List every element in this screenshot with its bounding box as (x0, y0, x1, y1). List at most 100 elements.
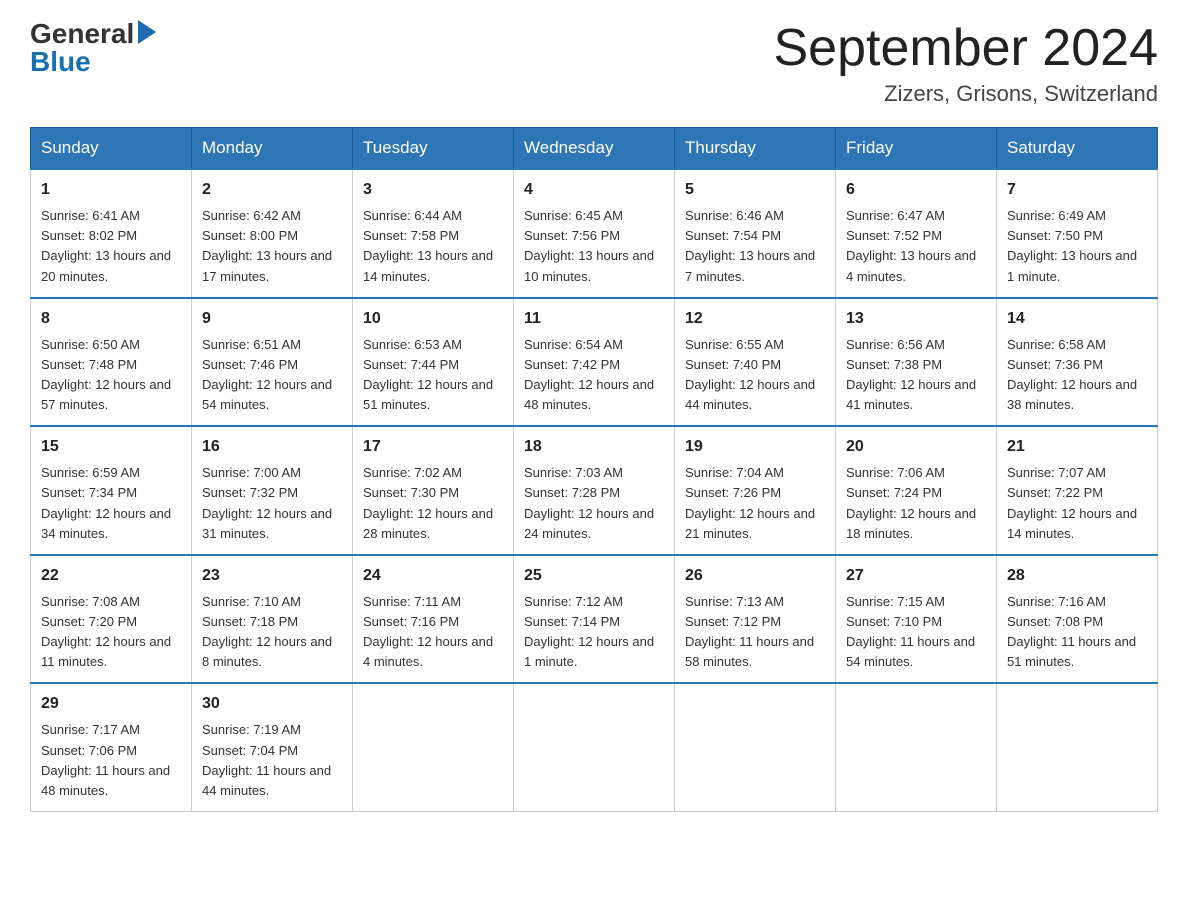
page-header: General Blue September 2024 Zizers, Gris… (30, 20, 1158, 107)
day-info: Sunrise: 7:19 AMSunset: 7:04 PMDaylight:… (202, 722, 331, 797)
calendar-day-cell (836, 683, 997, 811)
day-info: Sunrise: 7:07 AMSunset: 7:22 PMDaylight:… (1007, 465, 1137, 540)
day-number: 7 (1007, 178, 1147, 202)
calendar-day-cell: 11 Sunrise: 6:54 AMSunset: 7:42 PMDaylig… (514, 298, 675, 427)
day-number: 13 (846, 307, 986, 331)
day-info: Sunrise: 6:55 AMSunset: 7:40 PMDaylight:… (685, 337, 815, 412)
calendar-day-cell: 10 Sunrise: 6:53 AMSunset: 7:44 PMDaylig… (353, 298, 514, 427)
day-number: 27 (846, 564, 986, 588)
day-number: 2 (202, 178, 342, 202)
day-info: Sunrise: 7:08 AMSunset: 7:20 PMDaylight:… (41, 594, 171, 669)
day-number: 30 (202, 692, 342, 716)
day-number: 4 (524, 178, 664, 202)
calendar-day-cell: 30 Sunrise: 7:19 AMSunset: 7:04 PMDaylig… (192, 683, 353, 811)
month-title: September 2024 (774, 20, 1159, 77)
calendar-day-cell: 22 Sunrise: 7:08 AMSunset: 7:20 PMDaylig… (31, 555, 192, 684)
day-info: Sunrise: 7:00 AMSunset: 7:32 PMDaylight:… (202, 465, 332, 540)
calendar-day-cell: 2 Sunrise: 6:42 AMSunset: 8:00 PMDayligh… (192, 169, 353, 298)
logo: General Blue (30, 20, 156, 76)
col-header-saturday: Saturday (997, 128, 1158, 170)
col-header-wednesday: Wednesday (514, 128, 675, 170)
col-header-sunday: Sunday (31, 128, 192, 170)
calendar-day-cell: 23 Sunrise: 7:10 AMSunset: 7:18 PMDaylig… (192, 555, 353, 684)
calendar-day-cell: 15 Sunrise: 6:59 AMSunset: 7:34 PMDaylig… (31, 426, 192, 555)
calendar-day-cell: 8 Sunrise: 6:50 AMSunset: 7:48 PMDayligh… (31, 298, 192, 427)
calendar-day-cell: 28 Sunrise: 7:16 AMSunset: 7:08 PMDaylig… (997, 555, 1158, 684)
day-number: 24 (363, 564, 503, 588)
calendar-week-row: 29 Sunrise: 7:17 AMSunset: 7:06 PMDaylig… (31, 683, 1158, 811)
day-info: Sunrise: 6:54 AMSunset: 7:42 PMDaylight:… (524, 337, 654, 412)
calendar-header-row: Sunday Monday Tuesday Wednesday Thursday… (31, 128, 1158, 170)
day-number: 9 (202, 307, 342, 331)
title-block: September 2024 Zizers, Grisons, Switzerl… (774, 20, 1159, 107)
day-number: 28 (1007, 564, 1147, 588)
day-number: 6 (846, 178, 986, 202)
day-info: Sunrise: 7:06 AMSunset: 7:24 PMDaylight:… (846, 465, 976, 540)
calendar-day-cell: 20 Sunrise: 7:06 AMSunset: 7:24 PMDaylig… (836, 426, 997, 555)
calendar-week-row: 22 Sunrise: 7:08 AMSunset: 7:20 PMDaylig… (31, 555, 1158, 684)
day-info: Sunrise: 6:47 AMSunset: 7:52 PMDaylight:… (846, 208, 976, 283)
day-number: 10 (363, 307, 503, 331)
day-info: Sunrise: 7:10 AMSunset: 7:18 PMDaylight:… (202, 594, 332, 669)
location-subtitle: Zizers, Grisons, Switzerland (774, 81, 1159, 107)
day-number: 8 (41, 307, 181, 331)
calendar-day-cell: 21 Sunrise: 7:07 AMSunset: 7:22 PMDaylig… (997, 426, 1158, 555)
day-info: Sunrise: 7:11 AMSunset: 7:16 PMDaylight:… (363, 594, 493, 669)
day-info: Sunrise: 7:17 AMSunset: 7:06 PMDaylight:… (41, 722, 170, 797)
day-info: Sunrise: 6:53 AMSunset: 7:44 PMDaylight:… (363, 337, 493, 412)
day-number: 16 (202, 435, 342, 459)
calendar-day-cell: 3 Sunrise: 6:44 AMSunset: 7:58 PMDayligh… (353, 169, 514, 298)
calendar-day-cell: 18 Sunrise: 7:03 AMSunset: 7:28 PMDaylig… (514, 426, 675, 555)
day-info: Sunrise: 6:58 AMSunset: 7:36 PMDaylight:… (1007, 337, 1137, 412)
day-number: 29 (41, 692, 181, 716)
day-number: 20 (846, 435, 986, 459)
day-info: Sunrise: 6:49 AMSunset: 7:50 PMDaylight:… (1007, 208, 1137, 283)
day-info: Sunrise: 6:59 AMSunset: 7:34 PMDaylight:… (41, 465, 171, 540)
calendar-day-cell (675, 683, 836, 811)
col-header-monday: Monday (192, 128, 353, 170)
day-info: Sunrise: 6:44 AMSunset: 7:58 PMDaylight:… (363, 208, 493, 283)
day-number: 26 (685, 564, 825, 588)
col-header-tuesday: Tuesday (353, 128, 514, 170)
logo-general-text: General (30, 20, 134, 48)
day-info: Sunrise: 7:12 AMSunset: 7:14 PMDaylight:… (524, 594, 654, 669)
calendar-day-cell (353, 683, 514, 811)
day-number: 3 (363, 178, 503, 202)
day-info: Sunrise: 6:42 AMSunset: 8:00 PMDaylight:… (202, 208, 332, 283)
logo-arrow-icon (138, 20, 156, 44)
day-number: 18 (524, 435, 664, 459)
calendar-day-cell: 24 Sunrise: 7:11 AMSunset: 7:16 PMDaylig… (353, 555, 514, 684)
day-number: 1 (41, 178, 181, 202)
calendar-day-cell: 26 Sunrise: 7:13 AMSunset: 7:12 PMDaylig… (675, 555, 836, 684)
day-number: 23 (202, 564, 342, 588)
day-info: Sunrise: 6:41 AMSunset: 8:02 PMDaylight:… (41, 208, 171, 283)
calendar-day-cell: 27 Sunrise: 7:15 AMSunset: 7:10 PMDaylig… (836, 555, 997, 684)
day-number: 22 (41, 564, 181, 588)
calendar-week-row: 15 Sunrise: 6:59 AMSunset: 7:34 PMDaylig… (31, 426, 1158, 555)
day-number: 5 (685, 178, 825, 202)
day-info: Sunrise: 7:13 AMSunset: 7:12 PMDaylight:… (685, 594, 814, 669)
calendar-day-cell: 16 Sunrise: 7:00 AMSunset: 7:32 PMDaylig… (192, 426, 353, 555)
day-number: 21 (1007, 435, 1147, 459)
day-number: 25 (524, 564, 664, 588)
day-info: Sunrise: 6:45 AMSunset: 7:56 PMDaylight:… (524, 208, 654, 283)
calendar-day-cell: 4 Sunrise: 6:45 AMSunset: 7:56 PMDayligh… (514, 169, 675, 298)
calendar-day-cell: 1 Sunrise: 6:41 AMSunset: 8:02 PMDayligh… (31, 169, 192, 298)
calendar-day-cell: 14 Sunrise: 6:58 AMSunset: 7:36 PMDaylig… (997, 298, 1158, 427)
calendar-day-cell: 13 Sunrise: 6:56 AMSunset: 7:38 PMDaylig… (836, 298, 997, 427)
day-info: Sunrise: 7:15 AMSunset: 7:10 PMDaylight:… (846, 594, 975, 669)
day-number: 12 (685, 307, 825, 331)
calendar-day-cell: 17 Sunrise: 7:02 AMSunset: 7:30 PMDaylig… (353, 426, 514, 555)
day-info: Sunrise: 6:50 AMSunset: 7:48 PMDaylight:… (41, 337, 171, 412)
calendar-day-cell: 5 Sunrise: 6:46 AMSunset: 7:54 PMDayligh… (675, 169, 836, 298)
calendar-day-cell: 29 Sunrise: 7:17 AMSunset: 7:06 PMDaylig… (31, 683, 192, 811)
col-header-friday: Friday (836, 128, 997, 170)
calendar-day-cell: 12 Sunrise: 6:55 AMSunset: 7:40 PMDaylig… (675, 298, 836, 427)
logo-blue-text: Blue (30, 48, 91, 76)
calendar-day-cell (514, 683, 675, 811)
calendar-day-cell (997, 683, 1158, 811)
calendar-week-row: 8 Sunrise: 6:50 AMSunset: 7:48 PMDayligh… (31, 298, 1158, 427)
calendar-day-cell: 9 Sunrise: 6:51 AMSunset: 7:46 PMDayligh… (192, 298, 353, 427)
day-info: Sunrise: 7:04 AMSunset: 7:26 PMDaylight:… (685, 465, 815, 540)
day-info: Sunrise: 7:16 AMSunset: 7:08 PMDaylight:… (1007, 594, 1136, 669)
